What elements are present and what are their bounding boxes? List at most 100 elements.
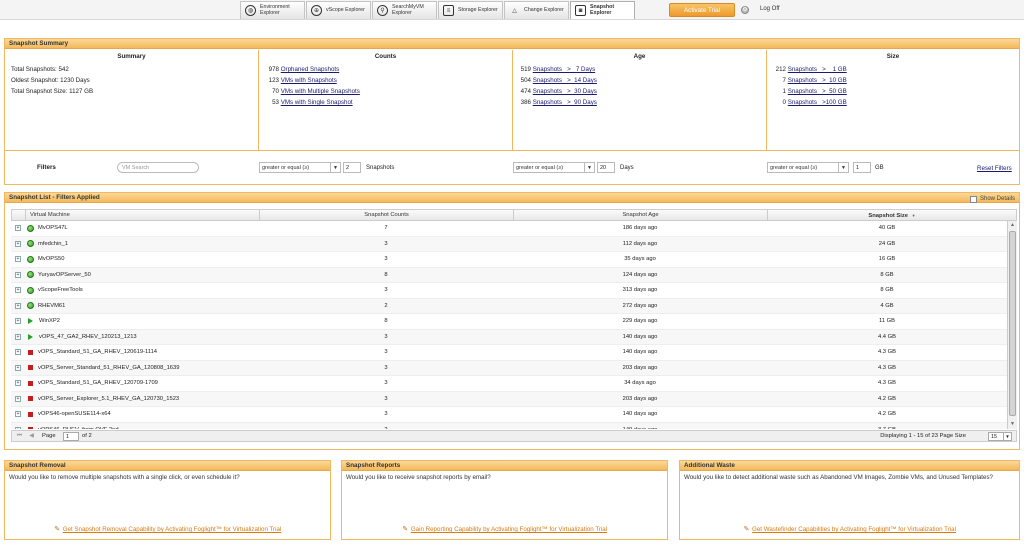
activate-removal-link[interactable]: ✎ Get Snapshot Removal Capability by Acti…: [5, 525, 330, 533]
table-row[interactable]: + MvOPS47L 7 186 days ago 40 GB: [11, 221, 1007, 237]
count-operator-select[interactable]: greater or equal (≥) ▼: [259, 162, 341, 173]
prev-page-icon[interactable]: ◀: [28, 433, 35, 440]
orphaned-snapshots-link[interactable]: Orphaned Snapshots: [281, 66, 339, 73]
table-row[interactable]: + vOPS_Standard_51_GA_RHEV_120709-1709 3 34…: [11, 376, 1007, 392]
logoff-link[interactable]: Log Off: [760, 6, 780, 12]
tab-searchmyvm-explorer[interactable]: ⚲ SearchMyVM Explorer: [372, 1, 437, 19]
expand-icon[interactable]: +: [15, 333, 21, 340]
table-row[interactable]: + YuryavOPServer_50 8 124 days ago 8 GB: [11, 267, 1007, 283]
cell-virtual-machine: MvOPS47L: [25, 224, 259, 232]
size-num: 212: [775, 66, 786, 73]
table-row[interactable]: + WinXP2 8 229 days ago 11 GB: [11, 314, 1007, 330]
age-90-days-link[interactable]: Snapshots > 90 Days: [533, 99, 597, 106]
size-100-gb-link[interactable]: Snapshots >100 GB: [788, 99, 847, 106]
table-row[interactable]: + MvOPS50 3 35 days ago 16 GB: [11, 252, 1007, 268]
scroll-up-icon[interactable]: ▲: [1008, 221, 1017, 230]
scroll-thumb[interactable]: [1009, 231, 1016, 416]
tab-environment-explorer[interactable]: ◍ Environment Explorer: [240, 1, 305, 19]
expand-icon[interactable]: +: [15, 380, 21, 387]
header-snapshot-size[interactable]: Snapshot Size ▼: [768, 210, 1016, 220]
cell-snapshot-count: 8: [384, 318, 388, 325]
expand-icon[interactable]: +: [15, 271, 21, 278]
table-row[interactable]: + vScopeFreeTools 3 313 days ago 8 GB: [11, 283, 1007, 299]
scroll-down-icon[interactable]: ▼: [1008, 420, 1017, 429]
table-row[interactable]: + vOPS_47_GA2_RHEV_120213_1213 3 140 days a…: [11, 329, 1007, 345]
page-size-select[interactable]: 15 ▼: [988, 432, 1012, 441]
activate-trial-button[interactable]: Activate Trial: [669, 3, 735, 17]
count-num: 70: [272, 88, 279, 95]
select-value: greater or equal (≥): [770, 165, 818, 171]
header-virtual-machine[interactable]: Virtual Machine: [26, 210, 260, 220]
expand-icon[interactable]: +: [15, 318, 21, 325]
header-snapshot-counts[interactable]: Snapshot Counts: [260, 210, 514, 220]
tab-vscope-explorer[interactable]: ⊕ vScope Explorer: [306, 1, 371, 19]
first-page-icon[interactable]: ⏮: [16, 433, 23, 440]
expand-icon[interactable]: +: [15, 240, 21, 247]
age-7-days-link[interactable]: Snapshots > 7 Days: [533, 66, 595, 73]
table-row[interactable]: + vOPS_Server_Standard_51_RHEV_GA_120808_…: [11, 360, 1007, 376]
tab-storage-explorer[interactable]: ≡ Storage Explorer: [438, 1, 503, 19]
expand-icon[interactable]: +: [15, 349, 21, 356]
vm-name: WinXP2: [39, 318, 60, 325]
expand-icon[interactable]: +: [15, 225, 21, 232]
expand-icon[interactable]: +: [15, 302, 21, 309]
expand-icon[interactable]: +: [15, 411, 21, 418]
count-item: 53 VMs with Single Snapshot: [265, 97, 506, 108]
activate-reports-link[interactable]: ✎ Gain Reporting Capability by Activating…: [342, 525, 667, 533]
tab-change-explorer[interactable]: △ Change Explorer: [504, 1, 569, 19]
expand-icon[interactable]: +: [15, 287, 21, 294]
expand-icon[interactable]: +: [15, 395, 21, 402]
size-value-input[interactable]: 1: [853, 162, 871, 173]
snapshot-icon: ◙: [575, 5, 586, 16]
age-value-input[interactable]: 20: [597, 162, 615, 173]
cell-snapshot-size: 40 GB: [878, 225, 896, 232]
cell-expander: +: [11, 349, 25, 356]
size-list: 212 Snapshots > 1 GB 7 Snapshots > 10 GB…: [767, 60, 1019, 112]
table-row[interactable]: + vOPS_Server_Explorer_5.1_RHEV_GA_120730…: [11, 391, 1007, 407]
logoff-icon[interactable]: ⚙: [741, 6, 749, 14]
vms-with-multiple-snapshots-link[interactable]: VMs with Multiple Snapshots: [281, 88, 360, 95]
tab-label: Change Explorer: [524, 6, 564, 13]
vms-with-snapshots-link[interactable]: VMs with Snapshots: [281, 77, 337, 84]
age-num: 504: [520, 77, 531, 84]
age-30-days-link[interactable]: Snapshots > 30 Days: [533, 88, 597, 95]
table-row[interactable]: + vOPS46-openSUSE114-x64 3 140 days ago 4.2 …: [11, 407, 1007, 423]
cell-snapshot-age: 140 days ago: [622, 333, 658, 340]
count-value-input[interactable]: 2: [343, 162, 361, 173]
cell-snapshot-count: 3: [384, 380, 388, 387]
cell-expander: +: [11, 271, 25, 278]
age-14-days-link[interactable]: Snapshots > 14 Days: [533, 77, 597, 84]
select-value: greater or equal (≥): [262, 165, 310, 171]
table-row[interactable]: + mfedchin_1 3 112 days ago 24 GB: [11, 236, 1007, 252]
activate-wastefinder-link[interactable]: ✎ Get Wastefinder Capabilities by Activat…: [680, 525, 1019, 533]
cell-snapshot-size: 4.2 GB: [877, 411, 897, 418]
size-1-gb-link[interactable]: Snapshots > 1 GB: [788, 66, 847, 73]
cell-snapshot-size: 24 GB: [878, 240, 896, 247]
vms-with-single-snapshot-link[interactable]: VMs with Single Snapshot: [281, 99, 353, 106]
table-row[interactable]: + vOPS_Standard_51_GA_RHEV_120619-1114 3 14…: [11, 345, 1007, 361]
tab-label: Environment Explorer: [260, 3, 290, 16]
cell-snapshot-age: 313 days ago: [622, 287, 658, 294]
reset-filters-link[interactable]: Reset Filters: [977, 165, 1012, 172]
vm-name: vScopeFreeTools: [38, 287, 83, 294]
expand-icon[interactable]: +: [15, 364, 21, 371]
show-details-toggle[interactable]: Show Details: [969, 194, 1015, 204]
table-row[interactable]: + vOPS46_RHEV_from OVF 2nd 2140 days ago3.…: [11, 422, 1007, 429]
expand-icon[interactable]: +: [15, 426, 21, 429]
tab-snapshot-explorer[interactable]: ◙ Snapshot Explorer: [570, 1, 635, 19]
table-row[interactable]: + RHEVM61 2 272 days ago 4 GB: [11, 298, 1007, 314]
cell-snapshot-age: 229 days ago: [622, 318, 658, 325]
expand-icon[interactable]: +: [15, 256, 21, 263]
cell-expander: +: [11, 225, 25, 232]
page-number-input[interactable]: 1: [63, 432, 79, 441]
vertical-scrollbar[interactable]: ▲ ▼: [1007, 221, 1017, 429]
age-operator-select[interactable]: greater or equal (≥) ▼: [513, 162, 595, 173]
vm-globe-icon: [27, 255, 34, 263]
vm-search-input[interactable]: VM Search: [117, 162, 199, 173]
size-10-gb-link[interactable]: Snapshots > 10 GB: [788, 77, 847, 84]
size-operator-select[interactable]: greater or equal (≥) ▼: [767, 162, 849, 173]
show-details-checkbox[interactable]: [969, 195, 977, 203]
header-snapshot-age[interactable]: Snapshot Age: [514, 210, 768, 220]
size-50-gb-link[interactable]: Snapshots > 50 GB: [788, 88, 847, 95]
age-unit: Days: [620, 165, 634, 171]
